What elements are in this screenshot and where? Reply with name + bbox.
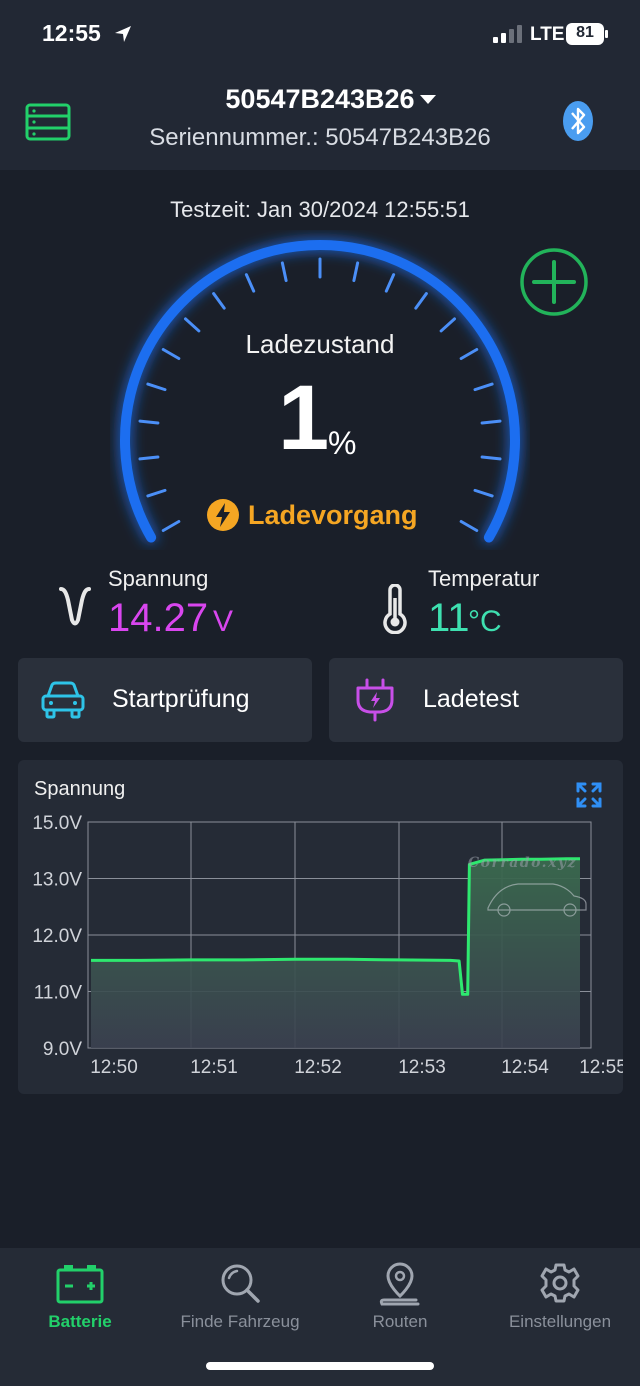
battery-tab-icon xyxy=(56,1265,104,1304)
serial-number: Seriennummer.: 50547B243B26 xyxy=(149,124,491,151)
search-icon xyxy=(221,1264,260,1303)
temperature-unit: °C xyxy=(468,605,502,638)
gauge-tick xyxy=(244,273,256,293)
tab-label-batterie: Batterie xyxy=(48,1312,112,1331)
chart-title: Spannung xyxy=(34,778,126,800)
tab-routen[interactable]: Routen xyxy=(320,1258,480,1338)
battery-icon: 81 xyxy=(566,23,610,45)
device-name: 50547B243B26 xyxy=(225,84,415,114)
tab-label-einstellungen: Einstellungen xyxy=(508,1312,612,1331)
tab-finde-fahrzeug[interactable]: Finde Fahrzeug xyxy=(160,1258,320,1338)
svg-text:Corrado.xyz: Corrado.xyz xyxy=(468,855,577,871)
gauge-tick xyxy=(352,261,360,283)
x-tick-label: 12:52 xyxy=(294,1057,342,1078)
gauge-tick xyxy=(473,382,494,392)
charge-test-label: Ladetest xyxy=(423,685,519,713)
voltage-icon xyxy=(59,587,91,626)
tab-batterie[interactable]: Batterie xyxy=(0,1258,160,1338)
gauge-tick xyxy=(146,382,167,392)
state-of-charge-unit: % xyxy=(328,425,357,461)
gauge-tick xyxy=(161,520,181,532)
voltage-label: Spannung xyxy=(108,566,209,591)
thermometer-icon xyxy=(383,584,407,634)
tab-label-finde-fahrzeug: Finde Fahrzeug xyxy=(180,1312,300,1331)
y-tick-label: 13.0V xyxy=(32,870,82,891)
bluetooth-icon[interactable] xyxy=(561,100,595,142)
temperature-value: 11 xyxy=(428,596,470,640)
voltage-chart: 15.0V 13.0V 12.0V 11.0V 9.0V 12:50 12:51 12:52… xyxy=(32,813,623,1078)
gauge-tick xyxy=(480,419,502,425)
gauge-tick xyxy=(384,273,396,293)
car-icon xyxy=(41,681,85,719)
x-tick-label: 12:51 xyxy=(190,1057,238,1078)
gauge-tick xyxy=(473,488,494,498)
test-time: Testzeit: Jan 30/2024 12:55:51 xyxy=(170,197,470,222)
chevron-down-icon[interactable] xyxy=(420,95,436,105)
add-device-button[interactable] xyxy=(518,246,590,318)
location-arrow-icon xyxy=(115,26,131,42)
charging-status: Ladevorgang xyxy=(248,500,418,530)
x-tick-label: 12:54 xyxy=(501,1057,549,1078)
tab-einstellungen[interactable]: Einstellungen xyxy=(480,1258,640,1338)
y-tick-label: 12.0V xyxy=(32,926,82,947)
network-label: LTE xyxy=(530,24,565,45)
battery-level: 81 xyxy=(576,24,594,41)
state-of-charge-label: Ladezustand xyxy=(245,329,395,359)
gauge-tick xyxy=(138,419,160,425)
x-tick-label: 12:50 xyxy=(90,1057,138,1078)
y-tick-label: 9.0V xyxy=(43,1039,82,1060)
tab-label-routen: Routen xyxy=(372,1312,428,1331)
temperature-label: Temperatur xyxy=(428,566,540,591)
route-pin-icon xyxy=(379,1262,420,1306)
gauge-tick xyxy=(459,520,479,532)
device-selector[interactable]: 50547B243B26 xyxy=(0,84,640,115)
state-of-charge-value: 1 xyxy=(278,367,330,469)
gauge-tick xyxy=(414,292,428,310)
gear-icon xyxy=(540,1263,580,1303)
y-tick-label: 15.0V xyxy=(32,813,82,834)
gauge-tick xyxy=(480,455,502,461)
status-time: 12:55 xyxy=(42,20,101,46)
home-indicator[interactable] xyxy=(206,1362,434,1370)
start-test-label: Startprüfung xyxy=(112,685,250,713)
voltage-value: 14.27 xyxy=(108,596,209,640)
x-tick-label: 12:55 xyxy=(579,1057,623,1078)
voltage-unit: V xyxy=(213,605,234,638)
gauge-tick xyxy=(212,292,226,310)
gauge-tick xyxy=(138,455,160,461)
lightning-icon xyxy=(207,499,239,531)
x-tick-label: 12:53 xyxy=(398,1057,446,1078)
signal-icon xyxy=(493,25,522,43)
gauge-tick xyxy=(146,488,167,498)
gauge-tick xyxy=(280,261,288,283)
plug-icon xyxy=(356,678,394,722)
y-tick-label: 11.0V xyxy=(34,983,83,1004)
